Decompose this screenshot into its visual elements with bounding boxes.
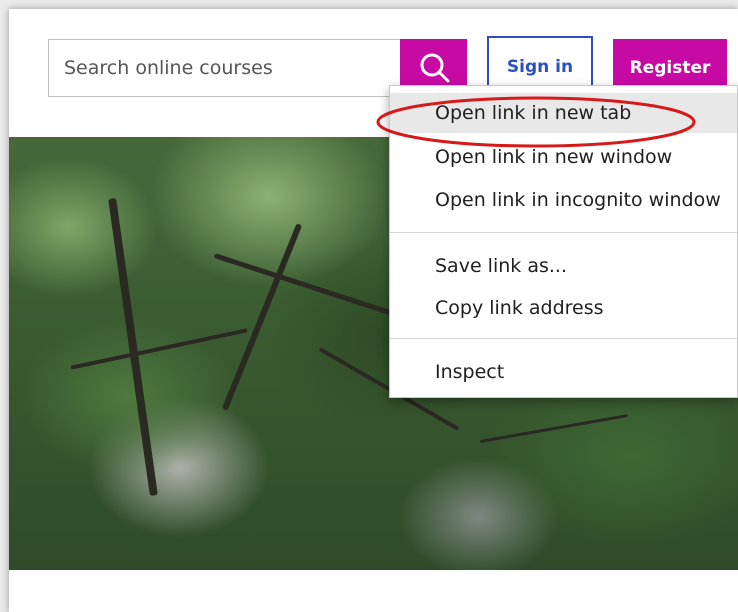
menu-item-inspect[interactable]: Inspect bbox=[390, 352, 737, 392]
search-placeholder: Search online courses bbox=[64, 57, 273, 79]
menu-item-open-new-tab[interactable]: Open link in new tab bbox=[390, 93, 737, 133]
menu-item-save-link-as[interactable]: Save link as... bbox=[390, 246, 737, 286]
menu-separator bbox=[390, 338, 737, 339]
search-input[interactable]: Search online courses bbox=[48, 39, 401, 97]
menu-item-open-incognito-window[interactable]: Open link in incognito window bbox=[390, 180, 737, 220]
menu-separator bbox=[390, 232, 737, 233]
search-icon bbox=[420, 53, 449, 83]
menu-item-open-new-window[interactable]: Open link in new window bbox=[390, 137, 737, 177]
menu-item-copy-link-address[interactable]: Copy link address bbox=[390, 288, 737, 328]
context-menu: Open link in new tab Open link in new wi… bbox=[389, 85, 738, 398]
sign-in-label: Sign in bbox=[506, 56, 574, 77]
register-label: Register bbox=[629, 58, 711, 78]
web-page: Search online courses Sign in Register O… bbox=[9, 9, 738, 612]
